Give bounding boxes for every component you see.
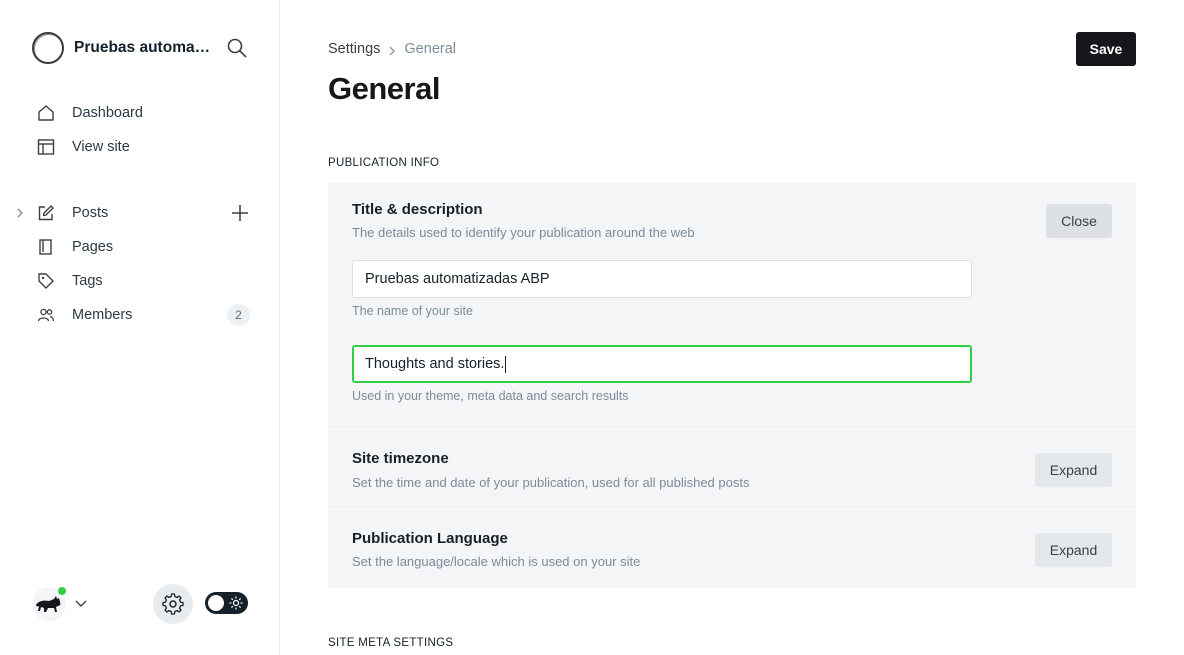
- gear-icon: [162, 593, 184, 615]
- close-button[interactable]: Close: [1046, 204, 1112, 238]
- breadcrumb: Settings General: [328, 41, 456, 57]
- site-timezone-panel: Site timezone Set the time and date of y…: [328, 430, 1136, 509]
- sidebar-item-label: Dashboard: [72, 105, 143, 121]
- panel-title: Publication Language: [352, 530, 508, 547]
- section-heading-site-meta: SITE META SETTINGS: [328, 637, 454, 649]
- site-description-value: Thoughts and stories.: [365, 356, 505, 372]
- panel-title: Title & description: [352, 201, 483, 218]
- sidebar-item-members[interactable]: Members 2: [36, 298, 252, 332]
- sidebar-item-label: View site: [72, 139, 130, 155]
- panel-description: The details used to identify your public…: [352, 225, 695, 240]
- text-cursor: [505, 355, 507, 373]
- site-title-value: Pruebas automatizadas ABP: [365, 271, 550, 287]
- sidebar-nav-main: Posts Pages Tags Members 2: [17, 196, 252, 332]
- add-post-icon[interactable]: [230, 203, 250, 223]
- search-icon[interactable]: [226, 37, 248, 59]
- site-logo-icon: [32, 32, 64, 64]
- sidebar-nav-top: Dashboard View site: [36, 96, 252, 164]
- chevron-right-icon[interactable]: [14, 206, 26, 220]
- sidebar-item-label: Members: [72, 307, 133, 323]
- sidebar-item-tags[interactable]: Tags: [36, 264, 252, 298]
- title-description-panel: Title & description The details used to …: [328, 183, 1136, 429]
- members-icon: [36, 305, 56, 325]
- section-heading-publication-info: PUBLICATION INFO: [328, 157, 440, 169]
- sidebar-item-view-site[interactable]: View site: [36, 130, 252, 164]
- save-button[interactable]: Save: [1076, 32, 1136, 66]
- page-icon: [36, 237, 56, 257]
- sidebar-item-pages[interactable]: Pages: [36, 230, 252, 264]
- site-brand[interactable]: Pruebas automatizadas ABP: [32, 32, 212, 64]
- chevron-right-icon: [388, 44, 396, 56]
- panel-description: Set the time and date of your publicatio…: [352, 475, 750, 490]
- expand-language-button[interactable]: Expand: [1035, 533, 1112, 567]
- sidebar: Pruebas automatizadas ABP Dashboard View…: [0, 0, 280, 655]
- sidebar-item-label: Tags: [72, 273, 103, 289]
- members-count-badge: 2: [227, 304, 250, 326]
- sidebar-footer: [32, 584, 248, 624]
- dark-mode-toggle[interactable]: [205, 592, 248, 614]
- toggle-knob: [208, 595, 224, 611]
- home-icon: [36, 103, 56, 123]
- settings-button[interactable]: [153, 584, 193, 624]
- chevron-down-icon[interactable]: [74, 596, 88, 610]
- avatar[interactable]: [32, 586, 67, 621]
- tag-icon: [36, 271, 56, 291]
- sidebar-item-posts[interactable]: Posts: [17, 196, 252, 230]
- publication-language-panel: Publication Language Set the language/lo…: [328, 510, 1136, 588]
- pencil-icon: [36, 203, 56, 223]
- sun-icon: [229, 596, 243, 610]
- site-title-hint: The name of your site: [352, 304, 473, 318]
- site-name: Pruebas automatizadas ABP: [74, 39, 212, 56]
- breadcrumb-settings-link[interactable]: Settings: [328, 41, 380, 57]
- sidebar-item-dashboard[interactable]: Dashboard: [36, 96, 252, 130]
- breadcrumb-current: General: [404, 41, 456, 57]
- expand-timezone-button[interactable]: Expand: [1035, 453, 1112, 487]
- site-description-input[interactable]: Thoughts and stories.: [352, 345, 972, 383]
- online-status-dot: [57, 586, 67, 596]
- sidebar-item-label: Posts: [72, 205, 109, 221]
- panel-description: Set the language/locale which is used on…: [352, 554, 641, 569]
- page-title: General: [328, 71, 440, 106]
- layout-icon: [36, 137, 56, 157]
- site-description-hint: Used in your theme, meta data and search…: [352, 389, 629, 403]
- panel-title: Site timezone: [352, 450, 449, 467]
- site-title-input[interactable]: Pruebas automatizadas ABP: [352, 260, 972, 298]
- sidebar-item-label: Pages: [72, 239, 114, 255]
